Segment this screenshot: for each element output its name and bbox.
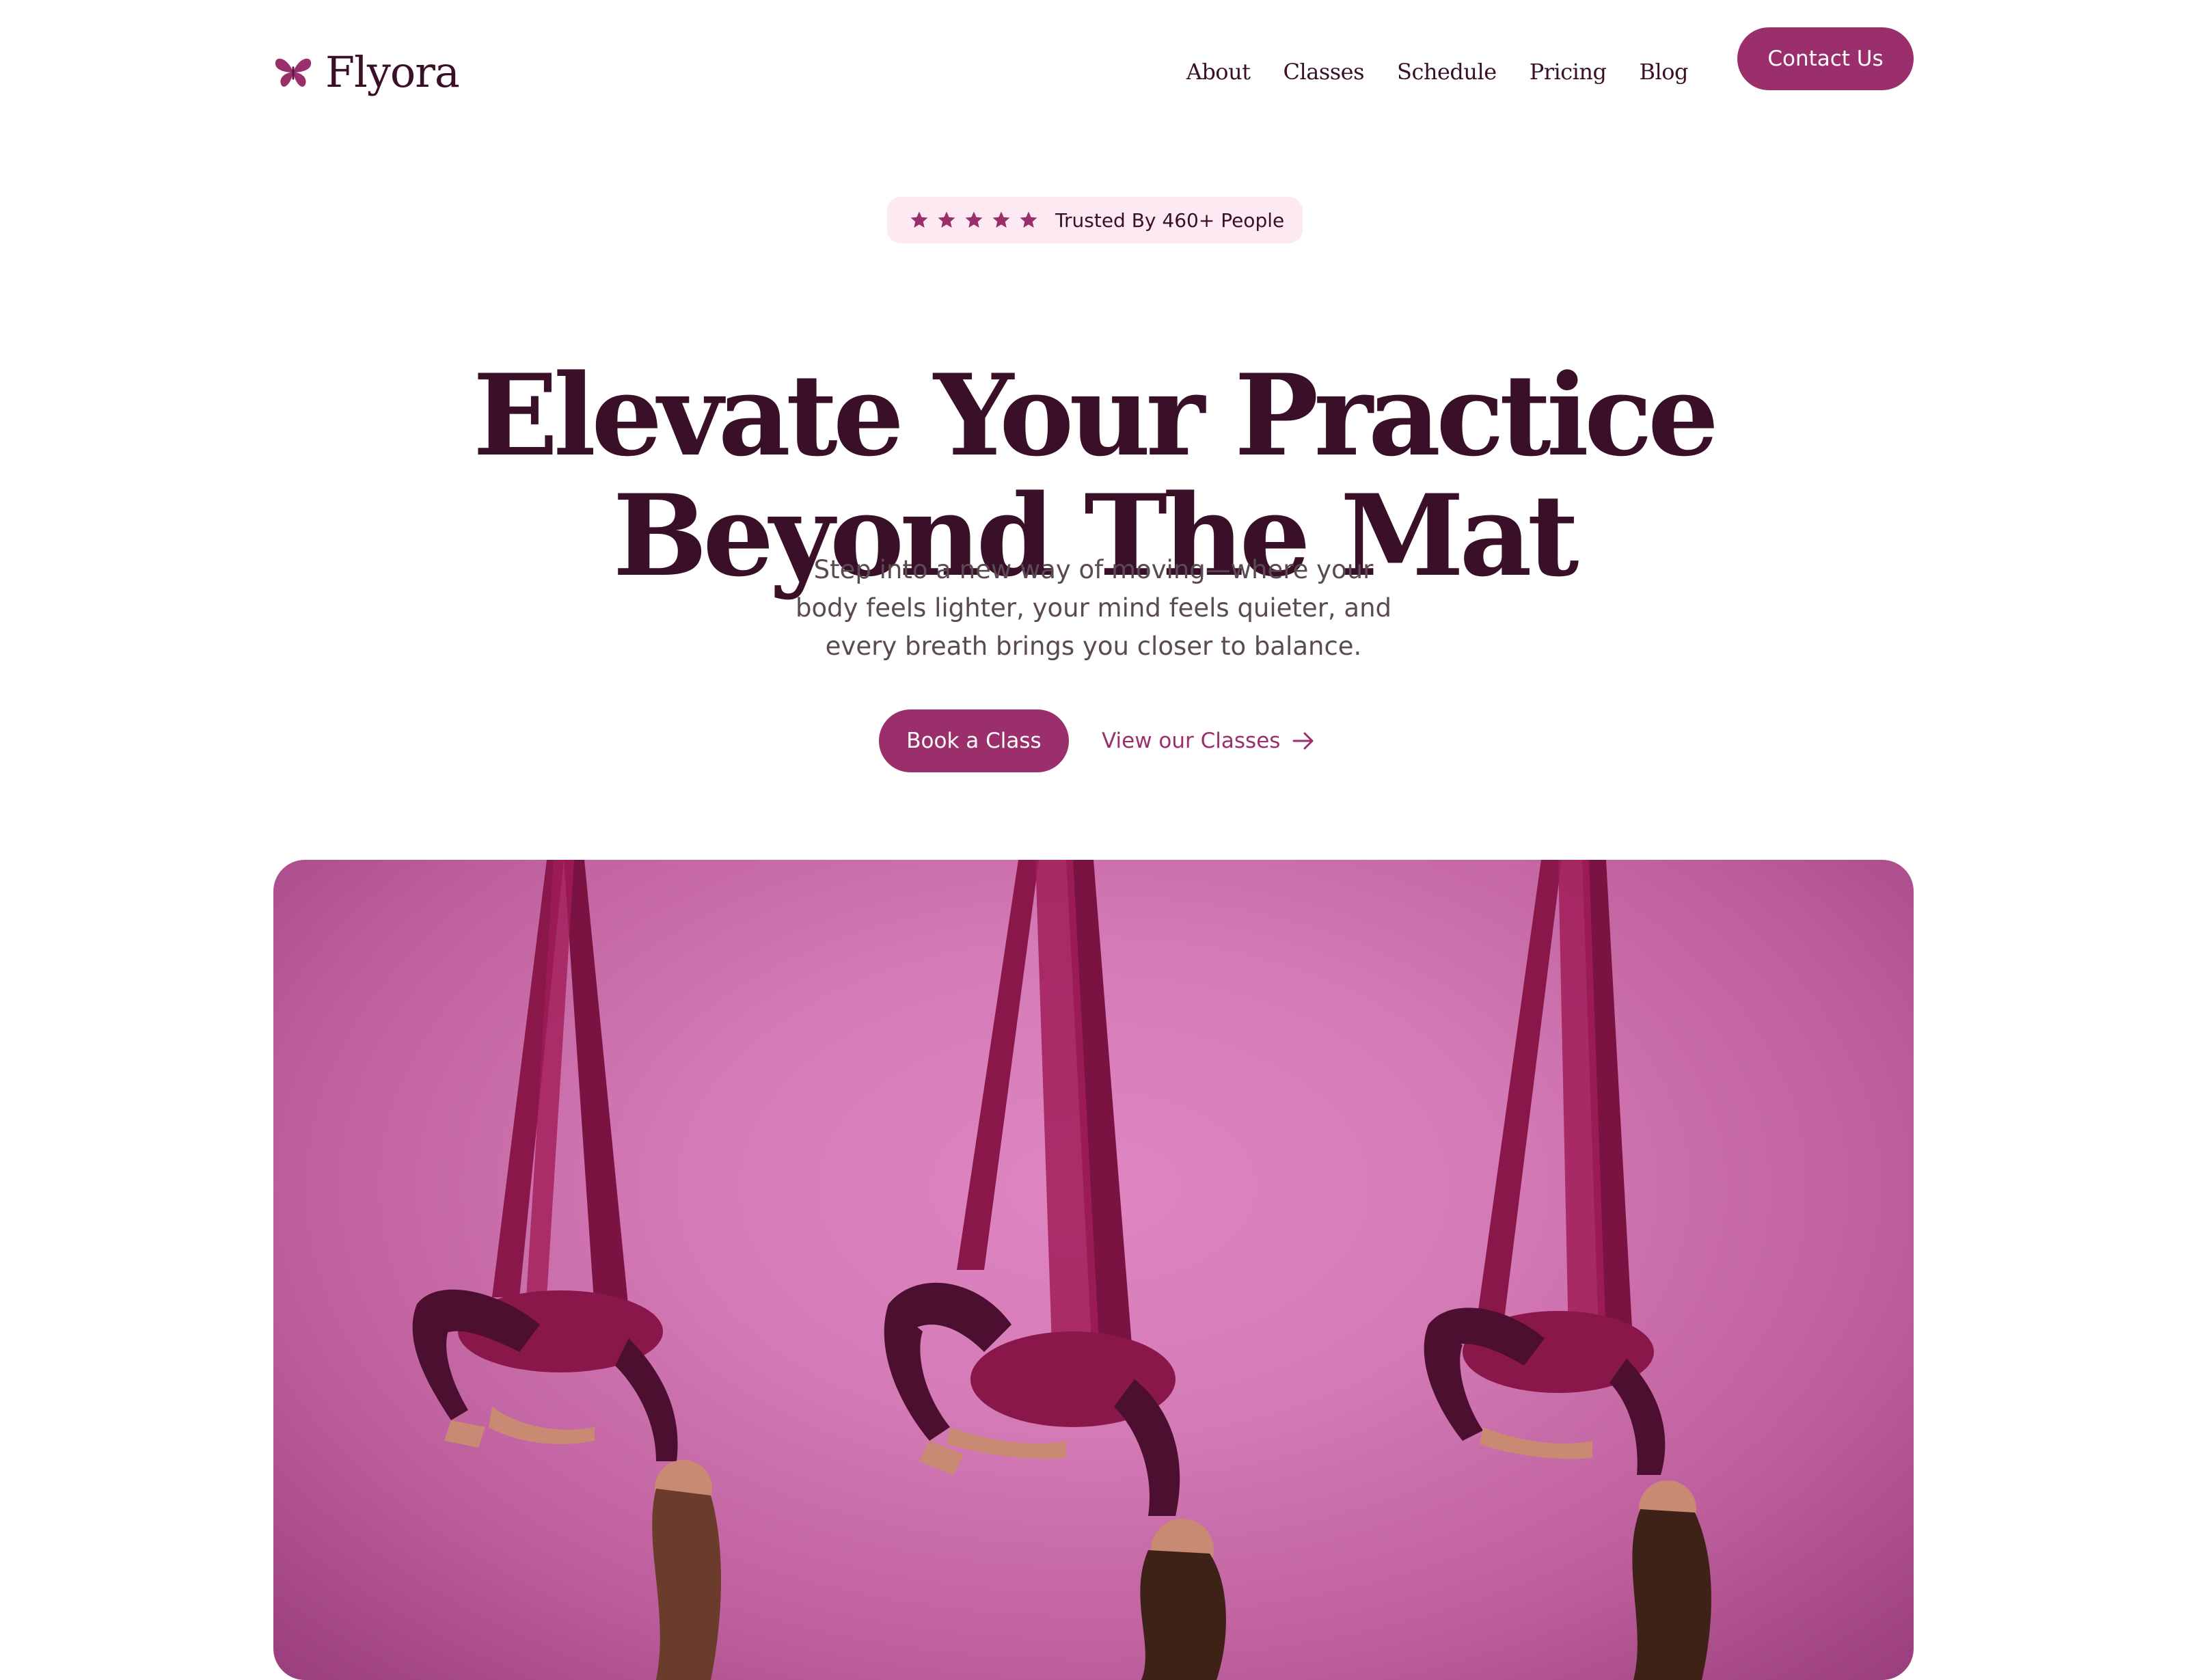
nav-link-pricing[interactable]: Pricing <box>1530 59 1607 85</box>
view-classes-label: View our Classes <box>1102 729 1281 753</box>
hero-subtitle-line-1: Step into a new way of moving—where your <box>813 555 1374 584</box>
trust-text: Trusted By 460+ People <box>1055 208 1285 232</box>
performer-3 <box>1424 860 1711 1680</box>
nav-menu: About Classes Schedule Pricing Blog <box>1186 34 1689 109</box>
hero-headline-line-1: Elevate Your Practice <box>472 349 1719 481</box>
hero-subtitle-line-3: every breath brings you closer to balanc… <box>825 632 1362 661</box>
star-icon <box>1020 211 1037 228</box>
contact-us-button[interactable]: Contact Us <box>1737 27 1914 90</box>
star-icon <box>938 211 955 228</box>
arrow-right-icon <box>1292 732 1314 750</box>
trust-badge: Trusted By 460+ People <box>887 197 1303 243</box>
performer-1 <box>412 860 721 1680</box>
view-classes-link[interactable]: View our Classes <box>1102 709 1317 772</box>
nav-link-about[interactable]: About <box>1186 59 1251 85</box>
nav-link-classes[interactable]: Classes <box>1283 59 1365 85</box>
aerial-yoga-illustration <box>412 860 1711 1680</box>
hero-subtitle: Step into a new way of moving—where your… <box>752 551 1435 666</box>
hero-subtitle-line-2: body feels lighter, your mind feels quie… <box>795 593 1392 623</box>
brand-name: Flyora <box>325 46 460 97</box>
book-class-button[interactable]: Book a Class <box>879 709 1069 772</box>
star-icon <box>965 211 983 228</box>
star-icon <box>910 211 928 228</box>
performer-2 <box>884 860 1226 1680</box>
brand-logo[interactable]: Flyora <box>273 34 460 109</box>
star-icon <box>992 211 1010 228</box>
top-navigation: Flyora About Classes Schedule Pricing Bl… <box>273 27 1914 116</box>
nav-link-blog[interactable]: Blog <box>1640 59 1689 85</box>
hero-photo <box>273 860 1914 1680</box>
nav-link-schedule[interactable]: Schedule <box>1397 59 1497 85</box>
rating-stars <box>909 210 1039 230</box>
butterfly-icon <box>275 58 312 87</box>
